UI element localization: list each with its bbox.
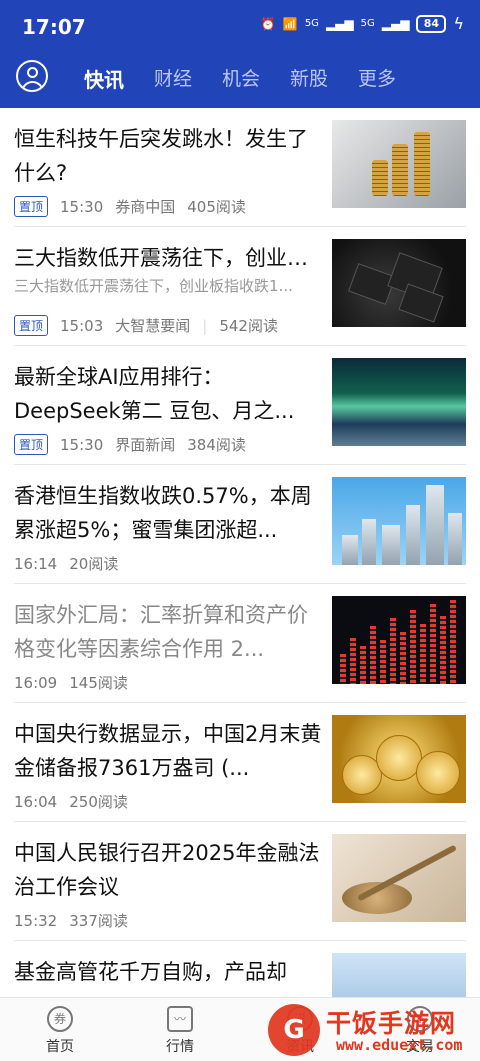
news-time: 16:14 [14, 554, 58, 573]
news-meta: 16:09 145阅读 [14, 672, 128, 693]
news-item[interactable]: 中国央行数据显示，中国2月末黄金储备报7361万盎司 (... 16:04 25… [14, 703, 466, 822]
news-reads: 250阅读 [69, 793, 128, 811]
news-title: 香港恒生指数收跌0.57%，本周累涨超5%；蜜雪集团涨超... [14, 484, 312, 542]
news-time: 15:32 [14, 911, 58, 930]
news-meta: 置顶 15:03 大智慧要闻 | 542阅读 [14, 315, 278, 336]
signal-icon: ▂▄▆ [325, 16, 354, 31]
news-source: 大智慧要闻 [115, 317, 191, 335]
news-source: 券商中国 [115, 198, 176, 216]
news-thumbnail-city [332, 477, 466, 565]
news-title: 中国央行数据显示，中国2月末黄金储备报7361万盎司 (... [14, 722, 322, 780]
news-thumbnail-chart [332, 596, 466, 684]
news-item[interactable]: 香港恒生指数收跌0.57%，本周累涨超5%；蜜雪集团涨超... 16:14 20… [14, 465, 466, 584]
chart-icon: 〰 [167, 1006, 193, 1032]
pinned-badge: 置顶 [14, 196, 49, 217]
bottom-tab-market[interactable]: 〰 行情 [150, 1006, 210, 1056]
news-item[interactable]: 最新全球AI应用排行：DeepSeek第二 豆包、月之... 置顶 15:30 … [14, 346, 466, 465]
news-meta: 置顶 15:30 界面新闻 384阅读 [14, 434, 246, 455]
news-title: 基金高管花千万自购，产品却 [14, 960, 287, 984]
news-meta: 15:32 337阅读 [14, 910, 128, 931]
news-time: 15:30 [60, 197, 104, 216]
news-meta: 16:04 250阅读 [14, 791, 128, 812]
news-reads: 542阅读 [219, 317, 278, 335]
news-thumbnail-gold [332, 715, 466, 803]
news-thumbnail-aurora [332, 358, 466, 446]
news-item[interactable]: 中国人民银行召开2025年金融法治工作会议 15:32 337阅读 [14, 822, 466, 941]
watermark-logo: G [268, 1004, 320, 1056]
news-title: 国家外汇局：汇率折算和资产价格变化等因素综合作用 2... [14, 603, 308, 661]
status-time: 17:07 [22, 15, 86, 39]
channel-tabs: 快讯 财经 机会 新股 更多 [84, 64, 396, 93]
news-reads: 337阅读 [69, 912, 128, 930]
news-item[interactable]: 基金高管花千万自购，产品却 [14, 941, 466, 1041]
status-icons: ⏰ 📶 5G ▂▄▆ 5G ▂▄▆ 84 ϟ [261, 14, 464, 33]
news-item[interactable]: 恒生科技午后突发跳水！发生了什么? 置顶 15:30 券商中国 405阅读 [14, 108, 466, 227]
news-summary: 三大指数低开震荡往下，创业板指收跌1... [14, 277, 293, 295]
tab-more[interactable]: 更多 [358, 64, 396, 93]
news-item[interactable]: 三大指数低开震荡往下，创业板指收跌1% 三大指数低开震荡往下，创业板指收跌1..… [14, 227, 466, 346]
news-source: 界面新闻 [115, 436, 176, 454]
bottom-tab-label: 首页 [46, 1039, 74, 1055]
tab-opportunity[interactable]: 机会 [222, 64, 260, 93]
news-time: 16:04 [14, 792, 58, 811]
wifi-icon: 📶 [282, 16, 298, 31]
news-title: 三大指数低开震荡往下，创业板指收跌1% [14, 246, 326, 270]
top-nav: 快讯 财经 机会 新股 更多 [0, 52, 480, 108]
home-icon: 券 [47, 1006, 73, 1032]
news-title: 中国人民银行召开2025年金融法治工作会议 [14, 841, 320, 899]
news-reads: 20阅读 [69, 555, 119, 573]
signal-icon-2: ▂▄▆ [381, 16, 410, 31]
battery-icon: 84 [416, 14, 447, 33]
alarm-icon: ⏰ [260, 16, 276, 31]
news-time: 15:30 [60, 435, 104, 454]
news-title: 恒生科技午后突发跳水！发生了什么? [14, 127, 308, 185]
tab-flash-news[interactable]: 快讯 [84, 64, 124, 93]
watermark-name: 干饭手游网 [326, 1009, 457, 1038]
news-title: 最新全球AI应用排行：DeepSeek第二 豆包、月之... [14, 365, 295, 423]
news-time: 15:03 [60, 316, 104, 335]
app-header: 17:07 ⏰ 📶 5G ▂▄▆ 5G ▂▄▆ 84 ϟ 快讯 财经 机会 新股… [0, 0, 480, 108]
news-feed: 恒生科技午后突发跳水！发生了什么? 置顶 15:30 券商中国 405阅读 三大… [0, 108, 480, 1041]
pinned-badge: 置顶 [14, 315, 49, 336]
tab-ipo[interactable]: 新股 [290, 64, 328, 93]
status-bar: 17:07 ⏰ 📶 5G ▂▄▆ 5G ▂▄▆ 84 ϟ [0, 0, 480, 52]
news-meta: 16:14 20阅读 [14, 553, 118, 574]
news-reads: 145阅读 [69, 674, 128, 692]
news-time: 16:09 [14, 673, 58, 692]
divider: | [202, 316, 208, 335]
pinned-badge: 置顶 [14, 434, 49, 455]
user-avatar-icon[interactable] [16, 60, 48, 92]
news-reads: 384阅读 [187, 436, 246, 454]
signal-5g-1: 5G [304, 18, 319, 29]
news-thumbnail-pen [332, 834, 466, 922]
news-thumbnail-coins [332, 120, 466, 208]
bottom-tab-label: 行情 [166, 1039, 194, 1055]
site-watermark: G 干饭手游网 www.eduext.com [268, 1000, 480, 1061]
news-meta: 置顶 15:30 券商中国 405阅读 [14, 196, 246, 217]
news-thumbnail-coal [332, 239, 466, 327]
news-reads: 405阅读 [187, 198, 246, 216]
watermark-url: www.eduext.com [336, 1036, 463, 1054]
news-item[interactable]: 国家外汇局：汇率折算和资产价格变化等因素综合作用 2... 16:09 145阅… [14, 584, 466, 703]
bottom-tab-home[interactable]: 券 首页 [30, 1006, 90, 1056]
charging-icon: ϟ [453, 14, 464, 33]
tab-finance[interactable]: 财经 [154, 64, 192, 93]
signal-5g-2: 5G [360, 18, 375, 29]
